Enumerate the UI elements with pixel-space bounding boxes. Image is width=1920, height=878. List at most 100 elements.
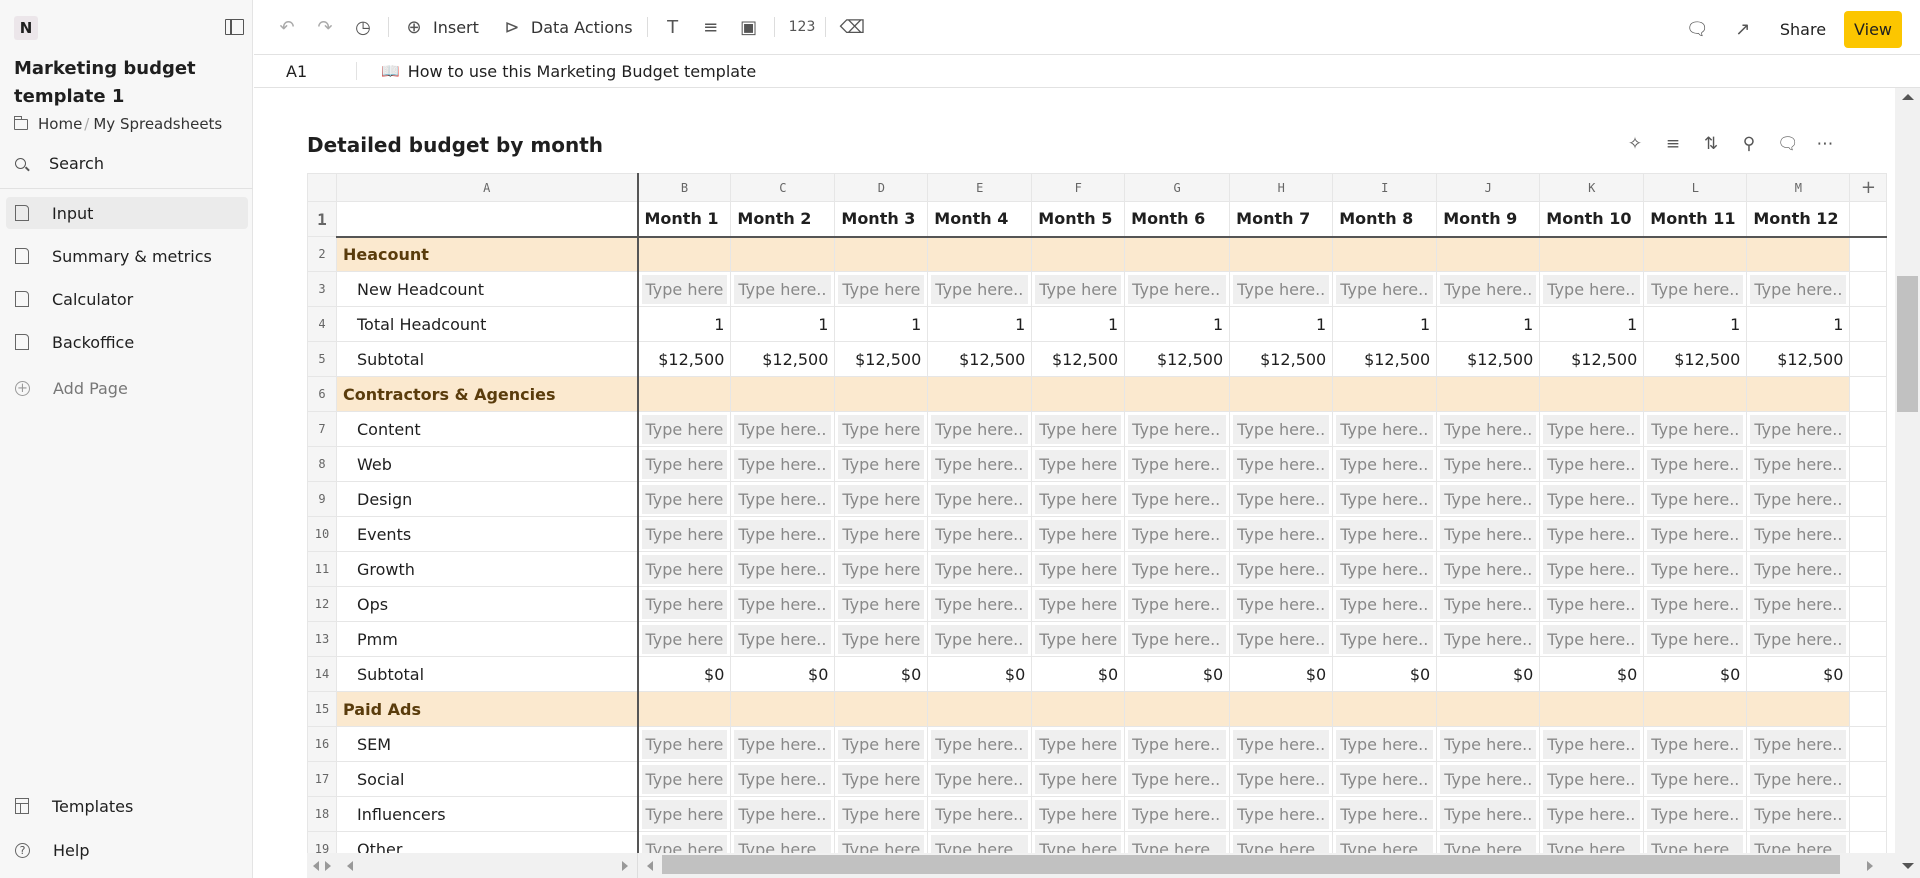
value-cell[interactable]: $0 (636, 656, 732, 692)
breadcrumb-my-spreadsheets[interactable]: My Spreadsheets (93, 115, 222, 133)
input-cell[interactable]: Type here (636, 551, 732, 587)
input-cell[interactable]: Type here.. (1746, 551, 1851, 587)
input-cell[interactable]: Type here.. (927, 551, 1033, 587)
row-label-cell[interactable]: Influencers (336, 796, 639, 832)
input-placeholder[interactable]: Type here (1035, 414, 1122, 444)
frozen-scroll-right-icon[interactable] (325, 861, 331, 871)
input-placeholder[interactable]: Type here.. (1233, 764, 1330, 794)
input-placeholder[interactable]: Type here (641, 414, 728, 444)
input-placeholder[interactable]: Type here.. (1750, 589, 1847, 619)
comment-icon[interactable]: 🗨 (1686, 19, 1709, 40)
input-placeholder[interactable]: Type here.. (734, 554, 832, 584)
input-placeholder[interactable]: Type here.. (734, 449, 832, 479)
ai-sparkle-icon[interactable]: ✧ (1625, 134, 1645, 154)
input-cell[interactable]: Type here.. (1436, 271, 1541, 307)
input-cell[interactable]: Type here.. (1436, 586, 1541, 622)
input-cell[interactable]: Type here.. (1229, 271, 1334, 307)
scroll-left-arrow-icon[interactable] (347, 861, 353, 871)
month-header-cell[interactable]: Month 4 (927, 201, 1033, 238)
input-placeholder[interactable]: Type here (1035, 729, 1122, 759)
input-placeholder[interactable]: Type here.. (734, 589, 832, 619)
input-cell[interactable]: Type here.. (1124, 586, 1231, 622)
row-number[interactable]: 6 (307, 376, 337, 412)
input-placeholder[interactable]: Type here (838, 274, 925, 304)
input-placeholder[interactable]: Type here.. (734, 484, 832, 514)
input-placeholder[interactable]: Type here.. (1336, 799, 1434, 829)
input-placeholder[interactable]: Type here.. (1750, 519, 1847, 549)
value-cell[interactable]: $0 (1229, 656, 1334, 692)
input-placeholder[interactable]: Type here.. (931, 274, 1029, 304)
input-placeholder[interactable]: Type here.. (1750, 799, 1847, 829)
input-placeholder[interactable]: Type here (641, 484, 728, 514)
month-header-cell[interactable]: Month 2 (730, 201, 836, 238)
input-cell[interactable]: Type here.. (1229, 621, 1334, 657)
sidebar-templates[interactable]: Templates (6, 790, 248, 822)
row-label-cell[interactable]: Design (336, 481, 639, 517)
input-placeholder[interactable]: Type here.. (1233, 484, 1330, 514)
input-placeholder[interactable]: Type here.. (1543, 729, 1641, 759)
input-cell[interactable]: Type here.. (1229, 481, 1334, 517)
input-cell[interactable]: Type here (834, 761, 929, 797)
input-placeholder[interactable]: Type here.. (1336, 414, 1434, 444)
input-cell[interactable]: Type here (1031, 516, 1126, 552)
input-cell[interactable]: Type here (834, 411, 929, 447)
month-header-cell[interactable]: Month 3 (834, 201, 929, 238)
row-label-cell[interactable]: SEM (336, 726, 639, 762)
section-cell[interactable] (1332, 236, 1438, 272)
month-header-cell[interactable]: Month 6 (1124, 201, 1231, 238)
input-placeholder[interactable]: Type here.. (931, 799, 1029, 829)
month-header-cell[interactable]: Month 8 (1332, 201, 1438, 238)
row-number[interactable]: 16 (307, 726, 337, 762)
input-placeholder[interactable]: Type here (1035, 554, 1122, 584)
input-placeholder[interactable]: Type here.. (1128, 449, 1227, 479)
column-header-i[interactable]: I (1332, 173, 1438, 202)
input-cell[interactable]: Type here.. (1746, 516, 1851, 552)
input-cell[interactable]: Type here (834, 796, 929, 832)
input-cell[interactable]: Type here (1031, 481, 1126, 517)
section-cell[interactable] (1539, 236, 1645, 272)
section-cell[interactable] (1643, 236, 1748, 272)
input-cell[interactable]: Type here.. (1124, 551, 1231, 587)
section-cell[interactable] (927, 236, 1033, 272)
scroll-down-arrow-icon[interactable] (1902, 863, 1914, 869)
row-label-cell[interactable]: Web (336, 446, 639, 482)
column-header-f[interactable]: F (1031, 173, 1126, 202)
value-cell[interactable]: 1 (730, 306, 836, 342)
input-placeholder[interactable]: Type here (838, 554, 925, 584)
input-placeholder[interactable]: Type here (1035, 589, 1122, 619)
value-cell[interactable]: $12,500 (834, 341, 929, 377)
input-placeholder[interactable]: Type here.. (1440, 624, 1537, 654)
input-cell[interactable]: Type here.. (1746, 411, 1851, 447)
input-cell[interactable]: Type here.. (730, 516, 836, 552)
input-placeholder[interactable]: Type here.. (734, 274, 832, 304)
input-cell[interactable]: Type here.. (927, 726, 1033, 762)
section-cell[interactable] (730, 691, 836, 727)
section-cell[interactable] (1229, 376, 1334, 412)
input-placeholder[interactable]: Type here.. (1543, 414, 1641, 444)
column-header-c[interactable]: C (730, 173, 836, 202)
input-cell[interactable]: Type here (834, 516, 929, 552)
row-label-cell[interactable]: New Headcount (336, 271, 639, 307)
input-placeholder[interactable]: Type here.. (1647, 274, 1744, 304)
input-cell[interactable]: Type here.. (1332, 621, 1438, 657)
input-cell[interactable]: Type here.. (927, 446, 1033, 482)
section-cell[interactable] (1436, 691, 1541, 727)
input-placeholder[interactable]: Type here.. (1336, 274, 1434, 304)
input-placeholder[interactable]: Type here.. (1336, 449, 1434, 479)
input-placeholder[interactable]: Type here (641, 554, 728, 584)
input-cell[interactable]: Type here.. (1746, 621, 1851, 657)
horizontal-scroll-thumb[interactable] (662, 855, 1840, 874)
sidebar-help[interactable]: ? Help (6, 834, 248, 866)
input-placeholder[interactable]: Type here (641, 449, 728, 479)
input-placeholder[interactable]: Type here.. (931, 624, 1029, 654)
input-cell[interactable]: Type here (834, 446, 929, 482)
input-cell[interactable]: Type here.. (1746, 446, 1851, 482)
input-cell[interactable]: Type here.. (1746, 796, 1851, 832)
input-placeholder[interactable]: Type here.. (1336, 519, 1434, 549)
input-cell[interactable]: Type here.. (1539, 481, 1645, 517)
insert-button[interactable]: ⊕ Insert (395, 11, 487, 43)
input-cell[interactable]: Type here (1031, 726, 1126, 762)
month-header-cell[interactable]: Month 7 (1229, 201, 1334, 238)
trend-icon[interactable]: ↗ (1732, 19, 1754, 40)
section-cell[interactable] (1539, 376, 1645, 412)
